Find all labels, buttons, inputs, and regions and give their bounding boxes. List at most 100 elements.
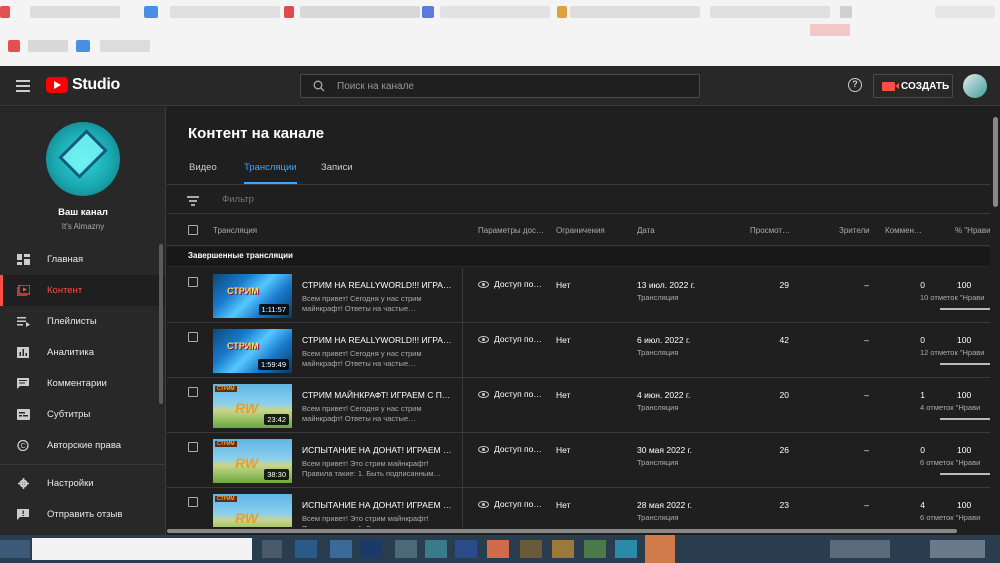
video-title[interactable]: ИСПЫТАНИЕ НА ДОНАТ! ИГРАЕМ С … bbox=[302, 445, 452, 455]
table-row[interactable]: СТРИМ 1:11:57 СТРИМ НА REALLYWORLD!!! ИГР… bbox=[167, 268, 990, 323]
tab-videos[interactable]: Видео bbox=[189, 162, 217, 184]
tab-live[interactable]: Трансляции bbox=[244, 162, 297, 184]
col-date[interactable]: Дата bbox=[637, 226, 655, 235]
row-checkbox[interactable] bbox=[188, 332, 198, 342]
tab-posts[interactable]: Записи bbox=[321, 162, 353, 184]
row-checkbox[interactable] bbox=[188, 442, 198, 452]
page-vertical-scrollbar[interactable] bbox=[991, 107, 1000, 535]
comments-icon bbox=[17, 378, 30, 389]
table-row[interactable]: СТРИМ 1:59:49 СТРИМ НА REALLYWORLD!!! ИГР… bbox=[167, 323, 990, 378]
date-value: 28 мая 2022 г. bbox=[637, 500, 693, 510]
video-duration: 38:30 bbox=[264, 469, 289, 480]
sidebar-item-comments[interactable]: Комментарии bbox=[0, 368, 165, 399]
os-taskbar bbox=[0, 535, 1000, 563]
search-icon bbox=[313, 80, 325, 92]
visibility-dropdown[interactable]: Доступ по… bbox=[478, 444, 542, 454]
row-checkbox[interactable] bbox=[188, 497, 198, 507]
table-header: Трансляция Параметры дос… Ограничения Да… bbox=[167, 215, 990, 246]
filter-icon[interactable] bbox=[187, 196, 199, 208]
date-type: Трансляция bbox=[637, 348, 679, 357]
video-title[interactable]: ИСПЫТАНИЕ НА ДОНАТ! ИГРАЕМ С … bbox=[302, 500, 452, 510]
studio-logo-text[interactable]: Studio bbox=[72, 76, 120, 94]
col-comments[interactable]: Коммен… bbox=[885, 226, 922, 235]
restrictions-value: Нет bbox=[556, 280, 571, 290]
feedback-icon bbox=[17, 509, 30, 520]
row-checkbox[interactable] bbox=[188, 387, 198, 397]
account-avatar[interactable] bbox=[963, 74, 987, 98]
visibility-dropdown[interactable]: Доступ по… bbox=[478, 279, 542, 289]
broadcast-table: СТРИМ 1:11:57 СТРИМ НА REALLYWORLD!!! ИГР… bbox=[167, 268, 990, 535]
likes-bar bbox=[940, 363, 990, 365]
likes-bar bbox=[940, 308, 990, 310]
sidebar-scrollbar[interactable] bbox=[159, 244, 163, 404]
col-restrictions[interactable]: Ограничения bbox=[556, 226, 605, 235]
video-title[interactable]: СТРИМ МАЙНКРАФТ! ИГРАЕМ С П… bbox=[302, 390, 452, 400]
likes-count: 10 отметок "Нрави bbox=[920, 293, 985, 302]
col-viewers[interactable]: Зрители bbox=[839, 226, 870, 235]
channel-avatar[interactable] bbox=[46, 122, 120, 196]
channel-title: Ваш канал bbox=[58, 207, 108, 218]
copyright-icon: C bbox=[17, 439, 30, 452]
viewers-value: – bbox=[864, 500, 869, 510]
row-checkbox[interactable] bbox=[188, 277, 198, 287]
page-title: Контент на канале bbox=[188, 125, 325, 142]
settings-icon bbox=[17, 478, 30, 489]
video-thumbnail[interactable]: СТРИМ RW 38:30 bbox=[213, 439, 292, 483]
filter-bar[interactable]: Фильтр bbox=[167, 186, 990, 214]
filter-input[interactable]: Фильтр bbox=[222, 194, 254, 205]
search-input[interactable] bbox=[337, 78, 687, 94]
sidebar-item-label: Настройки bbox=[47, 478, 94, 489]
video-title[interactable]: СТРИМ НА REALLYWORLD!!! ИГРАЕ… bbox=[302, 335, 452, 345]
video-title[interactable]: СТРИМ НА REALLYWORLD!!! ИГРАЕ… bbox=[302, 280, 452, 290]
date-type: Трансляция bbox=[637, 458, 679, 467]
channel-search[interactable] bbox=[300, 74, 700, 98]
date-value: 6 июл. 2022 г. bbox=[637, 335, 691, 345]
date-value: 4 июн. 2022 г. bbox=[637, 390, 691, 400]
sidebar-item-feedback[interactable]: Отправить отзыв bbox=[0, 499, 165, 530]
visibility-dropdown[interactable]: Доступ по… bbox=[478, 499, 542, 509]
sidebar-item-settings[interactable]: Настройки bbox=[0, 468, 165, 499]
col-access[interactable]: Параметры дос… bbox=[478, 226, 544, 235]
select-all-checkbox[interactable] bbox=[188, 225, 198, 235]
comments-value: 1 bbox=[920, 390, 925, 400]
restrictions-value: Нет bbox=[556, 500, 571, 510]
table-horizontal-scrollbar[interactable] bbox=[167, 527, 990, 535]
sidebar-item-content[interactable]: Контент bbox=[0, 275, 165, 306]
youtube-logo-icon[interactable] bbox=[46, 77, 68, 93]
sidebar-item-playlists[interactable]: Плейлисты bbox=[0, 306, 165, 337]
playlists-icon bbox=[17, 316, 30, 327]
col-views[interactable]: Просмот… bbox=[750, 226, 790, 235]
likes-value: 100 bbox=[957, 335, 972, 345]
table-row[interactable]: СТРИМ RW 38:30 ИСПЫТАНИЕ НА ДОНАТ! ИГРАЕМ … bbox=[167, 433, 990, 488]
help-icon[interactable]: ? bbox=[848, 78, 862, 92]
sidebar-item-analytics[interactable]: Аналитика bbox=[0, 337, 165, 368]
video-thumbnail[interactable]: СТРИМ 1:59:49 bbox=[213, 329, 292, 373]
sidebar-item-label: Субтитры bbox=[47, 409, 91, 420]
sidebar-item-dashboard[interactable]: Главная bbox=[0, 244, 165, 275]
col-likes[interactable]: % "Нрави bbox=[955, 226, 990, 235]
sidebar-item-label: Комментарии bbox=[47, 378, 107, 389]
eye-icon bbox=[478, 445, 489, 453]
views-value: 29 bbox=[779, 280, 789, 290]
visibility-dropdown[interactable]: Доступ по… bbox=[478, 334, 542, 344]
video-thumbnail[interactable]: СТРИМ RW 23:42 bbox=[213, 384, 292, 428]
video-duration: 1:59:49 bbox=[257, 359, 289, 370]
menu-icon[interactable] bbox=[16, 80, 30, 92]
video-thumbnail[interactable]: СТРИМ 1:11:57 bbox=[213, 274, 292, 318]
visibility-dropdown[interactable]: Доступ по… bbox=[478, 389, 542, 399]
sidebar-nav: Главная Контент Плейлисты Аналитика Комм… bbox=[0, 244, 165, 530]
sidebar-item-label: Аналитика bbox=[47, 347, 95, 358]
sidebar-divider bbox=[0, 464, 165, 465]
views-value: 20 bbox=[779, 390, 789, 400]
dashboard-icon bbox=[17, 254, 30, 265]
sidebar-item-copyright[interactable]: C Авторские права bbox=[0, 430, 165, 461]
studio-header: Studio ? СОЗДАТЬ bbox=[0, 66, 1000, 106]
sidebar-item-subtitles[interactable]: Субтитры bbox=[0, 399, 165, 430]
viewers-value: – bbox=[864, 390, 869, 400]
create-button[interactable]: СОЗДАТЬ bbox=[873, 74, 953, 98]
date-type: Трансляция bbox=[637, 513, 679, 522]
sidebar-item-label: Главная bbox=[47, 254, 84, 265]
table-row[interactable]: СТРИМ RW 23:42 СТРИМ МАЙНКРАФТ! ИГРАЕМ С П… bbox=[167, 378, 990, 433]
create-button-label: СОЗДАТЬ bbox=[901, 80, 950, 92]
likes-count: 12 отметок "Нрави bbox=[920, 348, 985, 357]
